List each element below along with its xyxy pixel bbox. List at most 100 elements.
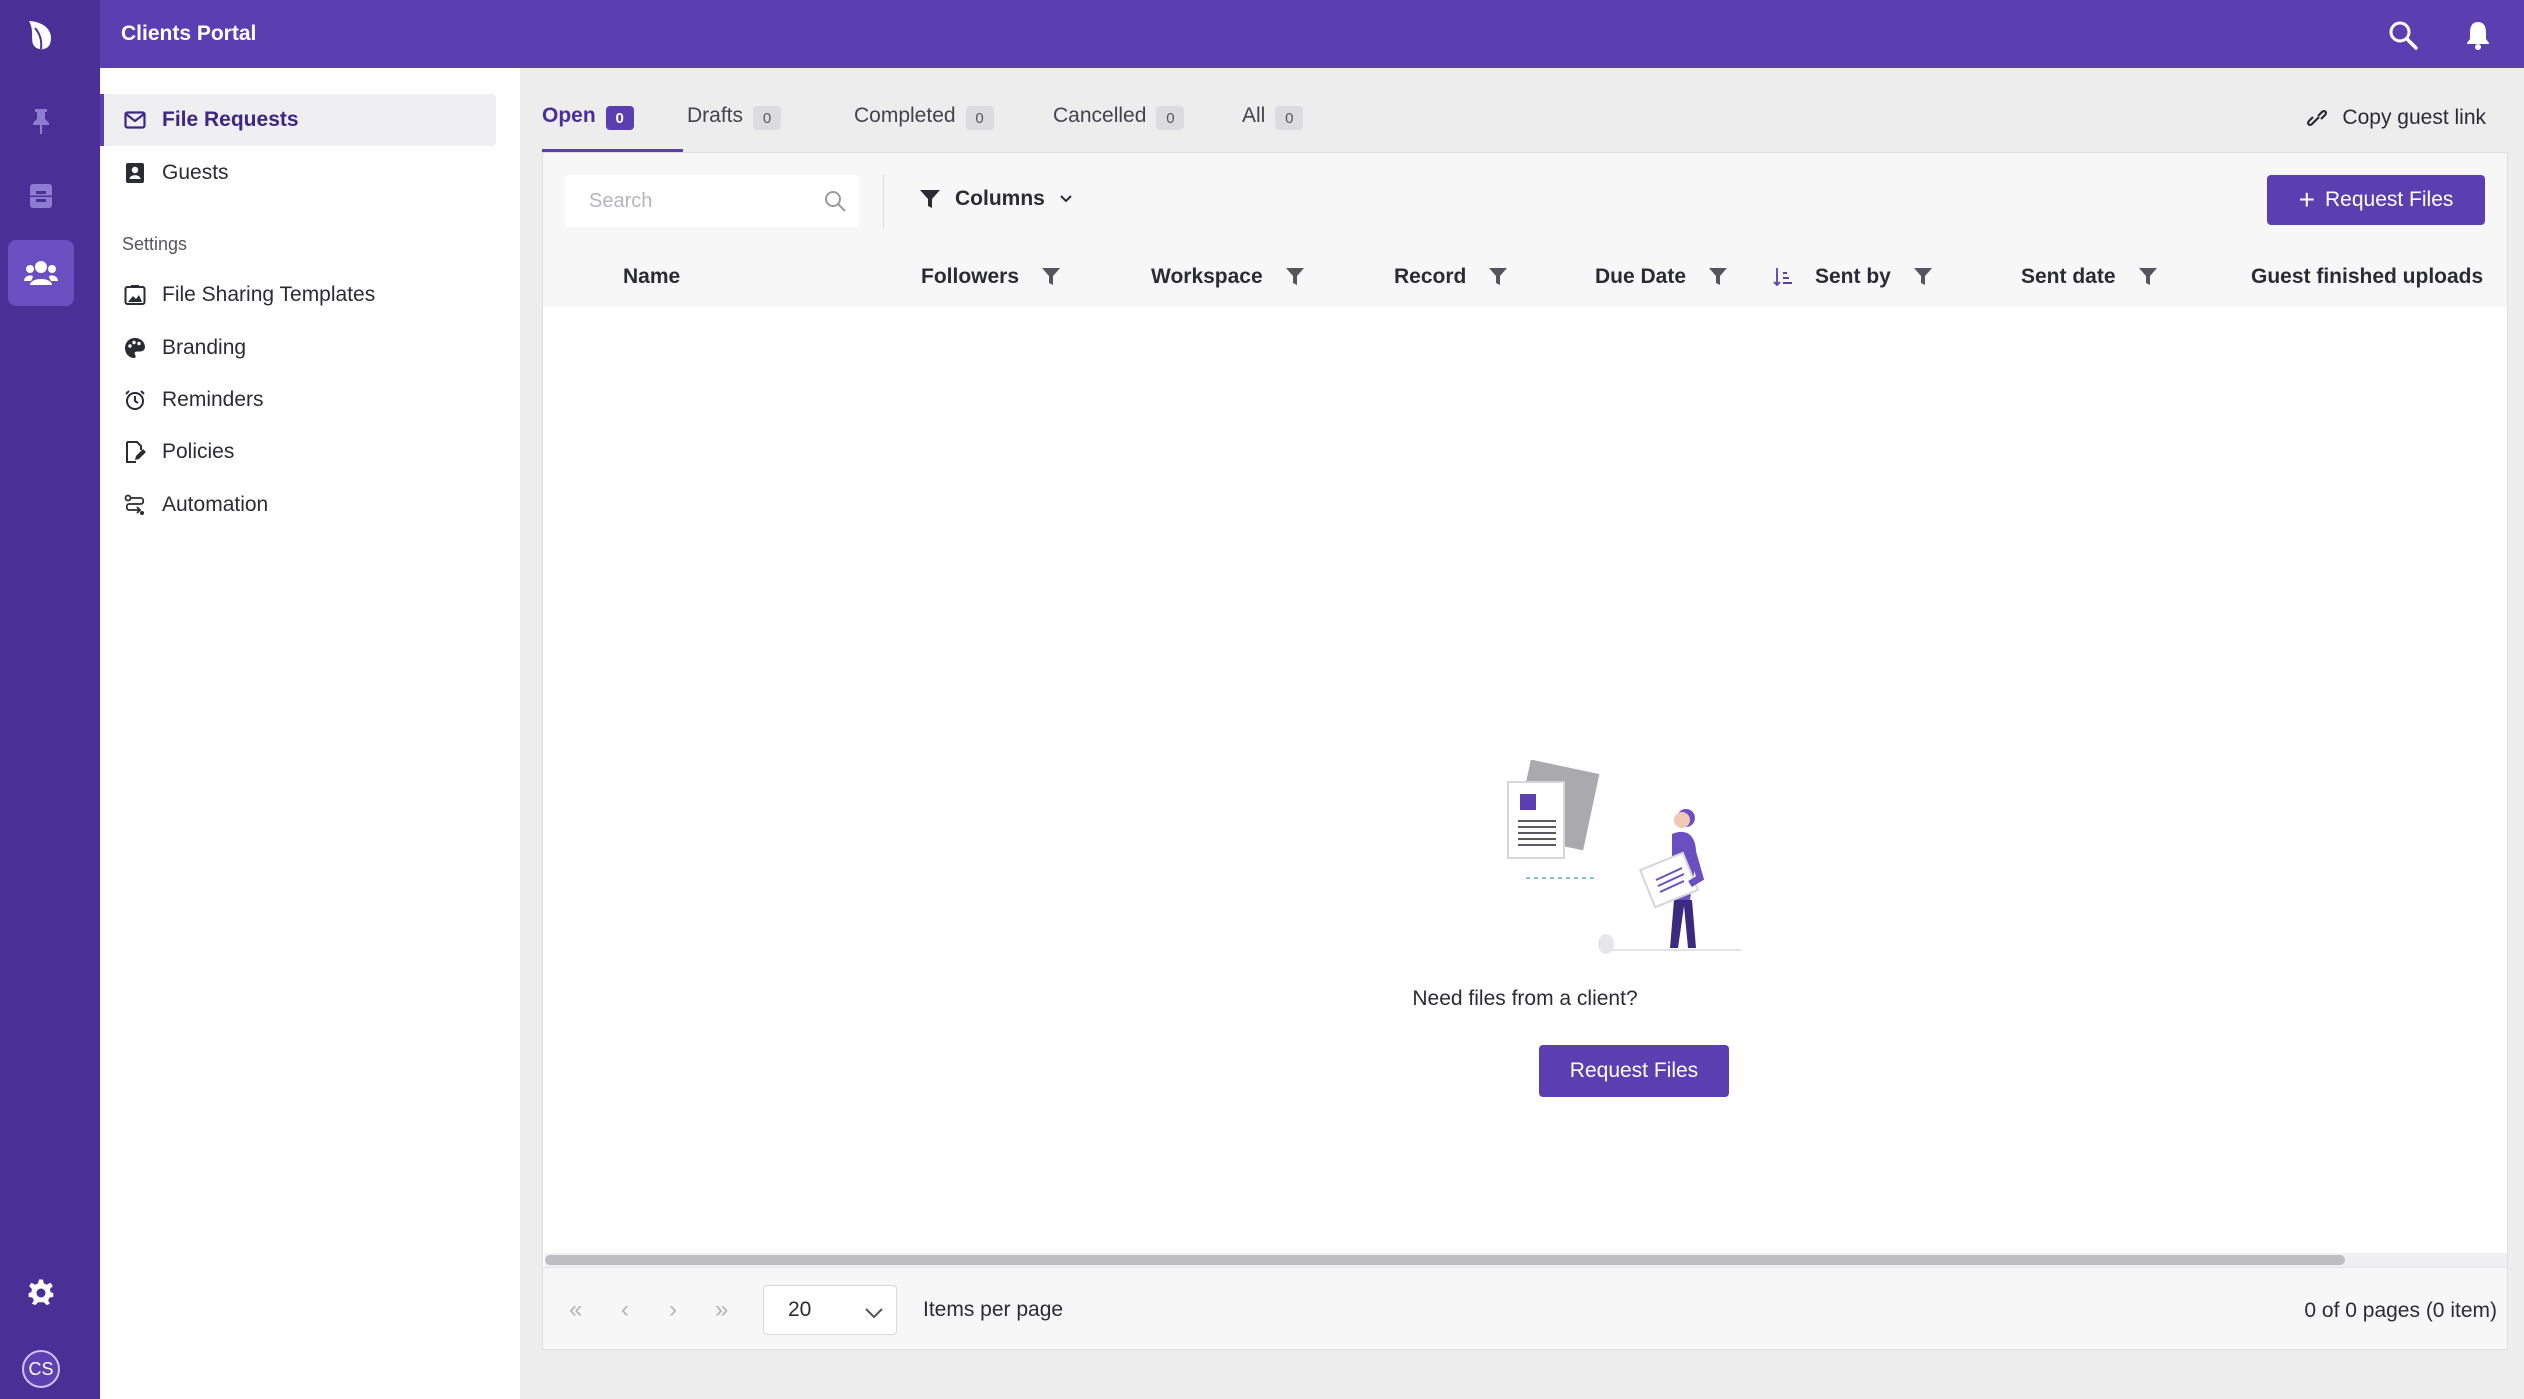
tab-label: Cancelled <box>1053 104 1147 127</box>
column-label: Guest finished uploads <box>2251 265 2484 288</box>
sidebar-item-label: Automation <box>162 493 269 516</box>
chevron-down-icon <box>864 1302 884 1326</box>
pagination-bar: « ‹ › » 20 Items per page 0 of 0 pages (… <box>543 1267 2507 1349</box>
sidebar-item-label: Branding <box>162 336 247 359</box>
empty-state-request-files-button[interactable]: Request Files <box>1539 1045 1729 1097</box>
column-label: Due Date <box>1595 265 1687 288</box>
filter-icon[interactable] <box>1285 267 1305 287</box>
toolbar-divider <box>883 175 884 229</box>
first-page-icon[interactable]: « <box>569 1298 582 1322</box>
columns-button[interactable]: Columns <box>919 187 1073 211</box>
sidebar-item-guests[interactable]: Guests <box>100 147 496 199</box>
column-header-name[interactable]: Name <box>623 261 680 293</box>
search-icon[interactable] <box>2386 18 2420 52</box>
copy-guest-link[interactable]: Copy guest link <box>2304 106 2486 130</box>
sidebar-item-label: Policies <box>162 440 235 463</box>
tab-count-badge: 0 <box>1275 106 1304 130</box>
link-icon <box>2304 107 2330 129</box>
tab-label: Completed <box>854 104 956 127</box>
tab-open[interactable]: Open 0 <box>542 104 634 152</box>
filter-icon[interactable] <box>1708 267 1728 287</box>
sidebar: File Requests Guests Settings File Shari… <box>100 68 520 1399</box>
columns-label: Columns <box>955 187 1045 210</box>
sidebar-item-policies[interactable]: Policies <box>100 426 496 478</box>
app-title: Clients Portal <box>121 22 257 45</box>
plus-icon: + <box>2298 184 2315 215</box>
cabinet-icon[interactable] <box>8 163 74 229</box>
column-header-guest-finished-uploads[interactable]: Guest finished uploads <box>2251 261 2483 293</box>
horizontal-scrollbar[interactable] <box>545 1253 2507 1267</box>
filter-icon[interactable] <box>1041 267 1061 287</box>
next-page-icon[interactable]: › <box>669 1298 677 1322</box>
sidebar-item-branding[interactable]: Branding <box>100 322 496 374</box>
column-label: Followers <box>921 265 1020 288</box>
empty-state-illustration <box>1507 760 1741 954</box>
column-header-due-date[interactable]: Due Date <box>1595 261 1728 293</box>
column-header-workspace[interactable]: Workspace <box>1151 261 1305 293</box>
sidebar-item-label: File Sharing Templates <box>162 283 376 306</box>
mail-icon <box>122 107 148 133</box>
contact-card-icon <box>122 160 148 186</box>
sidebar-item-reminders[interactable]: Reminders <box>100 374 496 426</box>
search-input[interactable] <box>589 189 809 213</box>
tab-count-badge: 0 <box>965 106 994 130</box>
sidebar-item-label: File Requests <box>162 108 299 131</box>
clients-icon[interactable] <box>8 240 74 306</box>
status-tabs: Open 0 Drafts 0 Completed 0 Cancelled 0 … <box>542 68 2502 152</box>
search-icon <box>823 189 847 218</box>
column-header-followers[interactable]: Followers <box>921 261 1061 293</box>
pin-icon[interactable] <box>8 88 74 154</box>
copy-guest-link-label: Copy guest link <box>2342 106 2486 129</box>
tab-completed[interactable]: Completed 0 <box>854 104 994 152</box>
column-label: Sent by <box>1815 265 1891 288</box>
filter-icon[interactable] <box>1913 267 1933 287</box>
tab-cancelled[interactable]: Cancelled 0 <box>1053 104 1185 152</box>
sort-ascending-icon[interactable] <box>1773 266 1793 288</box>
file-requests-table-card: Columns + Request Files Name Followers W… <box>542 152 2508 1350</box>
request-files-button[interactable]: + Request Files <box>2267 175 2485 225</box>
filter-icon[interactable] <box>1488 267 1508 287</box>
scrollbar-thumb[interactable] <box>545 1255 2345 1265</box>
column-label: Workspace <box>1151 265 1263 288</box>
tab-drafts[interactable]: Drafts 0 <box>687 104 782 152</box>
previous-page-icon[interactable]: ‹ <box>621 1298 629 1322</box>
document-edit-icon <box>122 439 148 465</box>
tab-label: Open <box>542 104 596 127</box>
image-folder-icon <box>122 282 148 308</box>
column-label: Sent date <box>2021 265 2116 288</box>
bell-icon[interactable] <box>2461 18 2495 52</box>
empty-state: Need files from a client? Request Files <box>543 307 2507 1313</box>
alarm-icon <box>122 387 148 413</box>
automation-icon <box>122 492 148 518</box>
page-size-value: 20 <box>788 1298 812 1321</box>
top-bar: Clients Portal <box>100 0 2524 68</box>
tab-count-badge: 0 <box>605 106 634 130</box>
request-files-label: Request Files <box>2324 188 2454 211</box>
table-toolbar: Columns + Request Files Name Followers W… <box>543 153 2507 307</box>
tab-all[interactable]: All 0 <box>1242 104 1304 152</box>
sidebar-item-automation[interactable]: Automation <box>100 479 496 531</box>
filter-icon[interactable] <box>2138 267 2158 287</box>
column-header-sent-date[interactable]: Sent date <box>2021 261 2158 293</box>
avatar[interactable]: CS <box>22 1350 60 1388</box>
page-info: 0 of 0 pages (0 item) <box>2304 1299 2497 1322</box>
settings-section-label: Settings <box>122 234 188 254</box>
gear-icon[interactable] <box>8 1260 74 1326</box>
sidebar-item-label: Reminders <box>162 388 264 411</box>
column-label: Record <box>1394 265 1467 288</box>
filter-icon <box>919 189 941 209</box>
sidebar-item-file-sharing-templates[interactable]: File Sharing Templates <box>100 269 496 321</box>
page-size-select[interactable]: 20 <box>763 1285 897 1335</box>
leaf-logo-icon[interactable] <box>22 14 60 56</box>
items-per-page-label: Items per page <box>923 1298 1064 1321</box>
palette-icon <box>122 335 148 361</box>
column-label: Name <box>623 265 681 288</box>
app-rail: CS <box>0 0 100 1399</box>
last-page-icon[interactable]: » <box>715 1298 728 1322</box>
tab-count-badge: 0 <box>1156 106 1185 130</box>
column-header-sent-by[interactable]: Sent by <box>1773 261 1933 293</box>
search-box[interactable] <box>565 175 859 227</box>
chevron-down-icon <box>1059 194 1073 204</box>
column-header-record[interactable]: Record <box>1394 261 1508 293</box>
sidebar-item-file-requests[interactable]: File Requests <box>100 94 496 146</box>
